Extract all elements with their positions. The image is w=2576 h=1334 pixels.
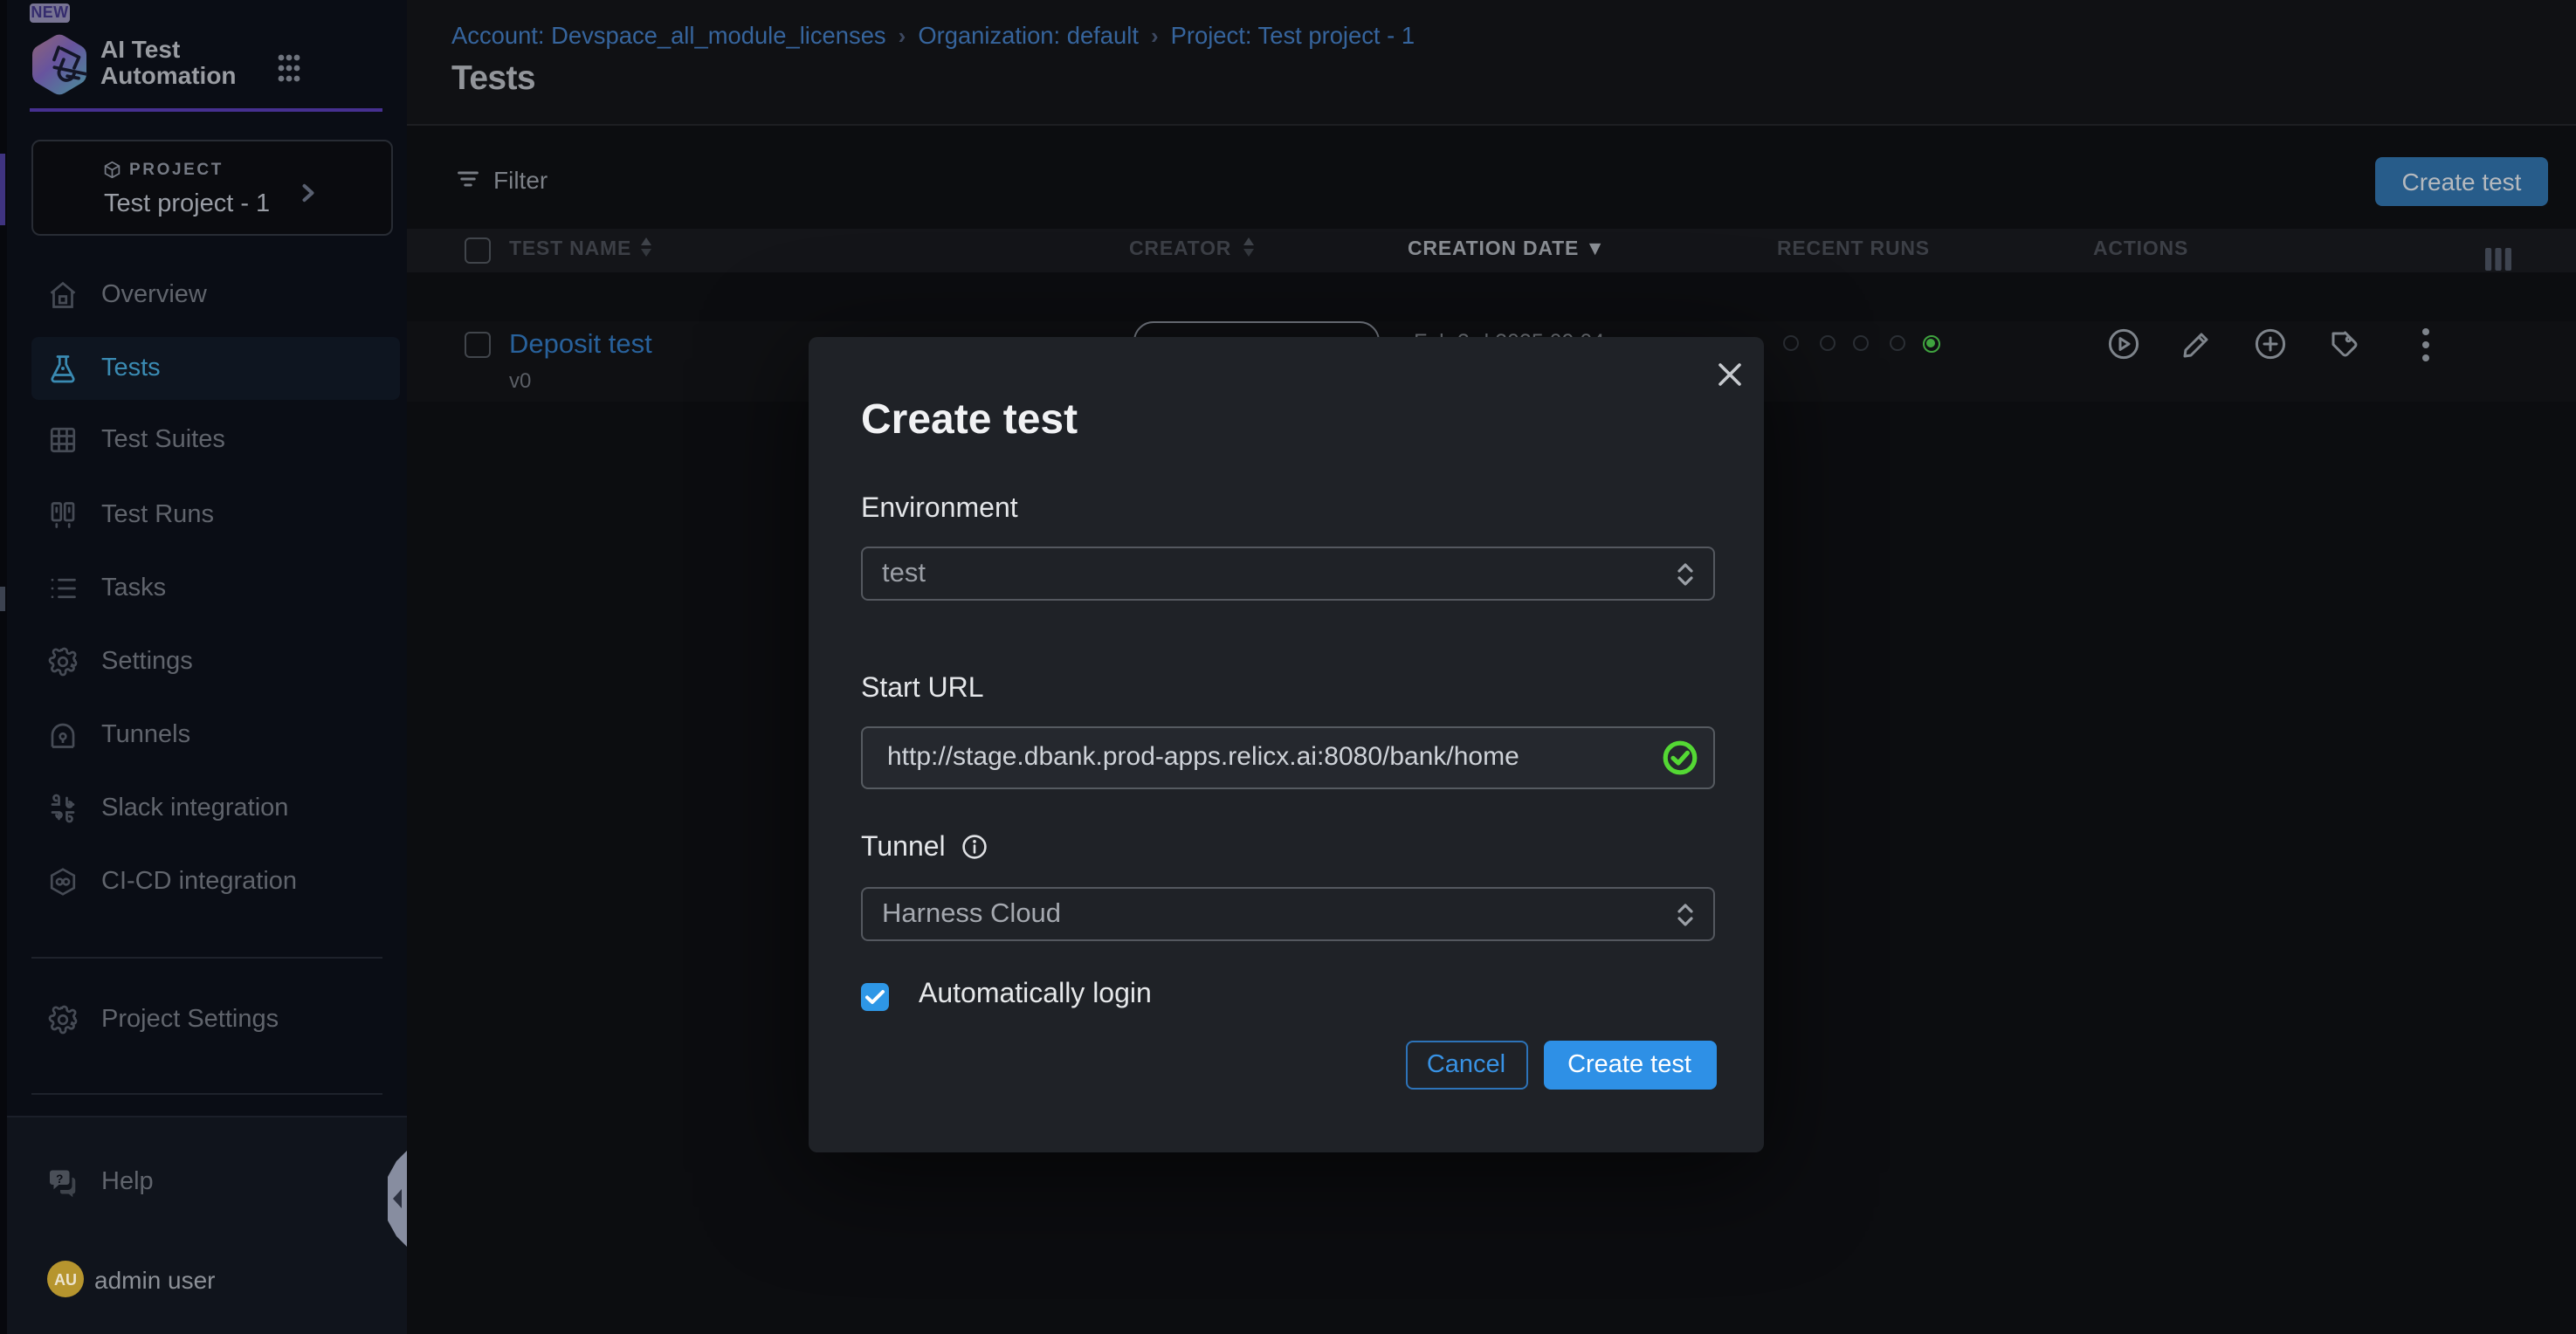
- svg-text:?: ?: [55, 1172, 62, 1186]
